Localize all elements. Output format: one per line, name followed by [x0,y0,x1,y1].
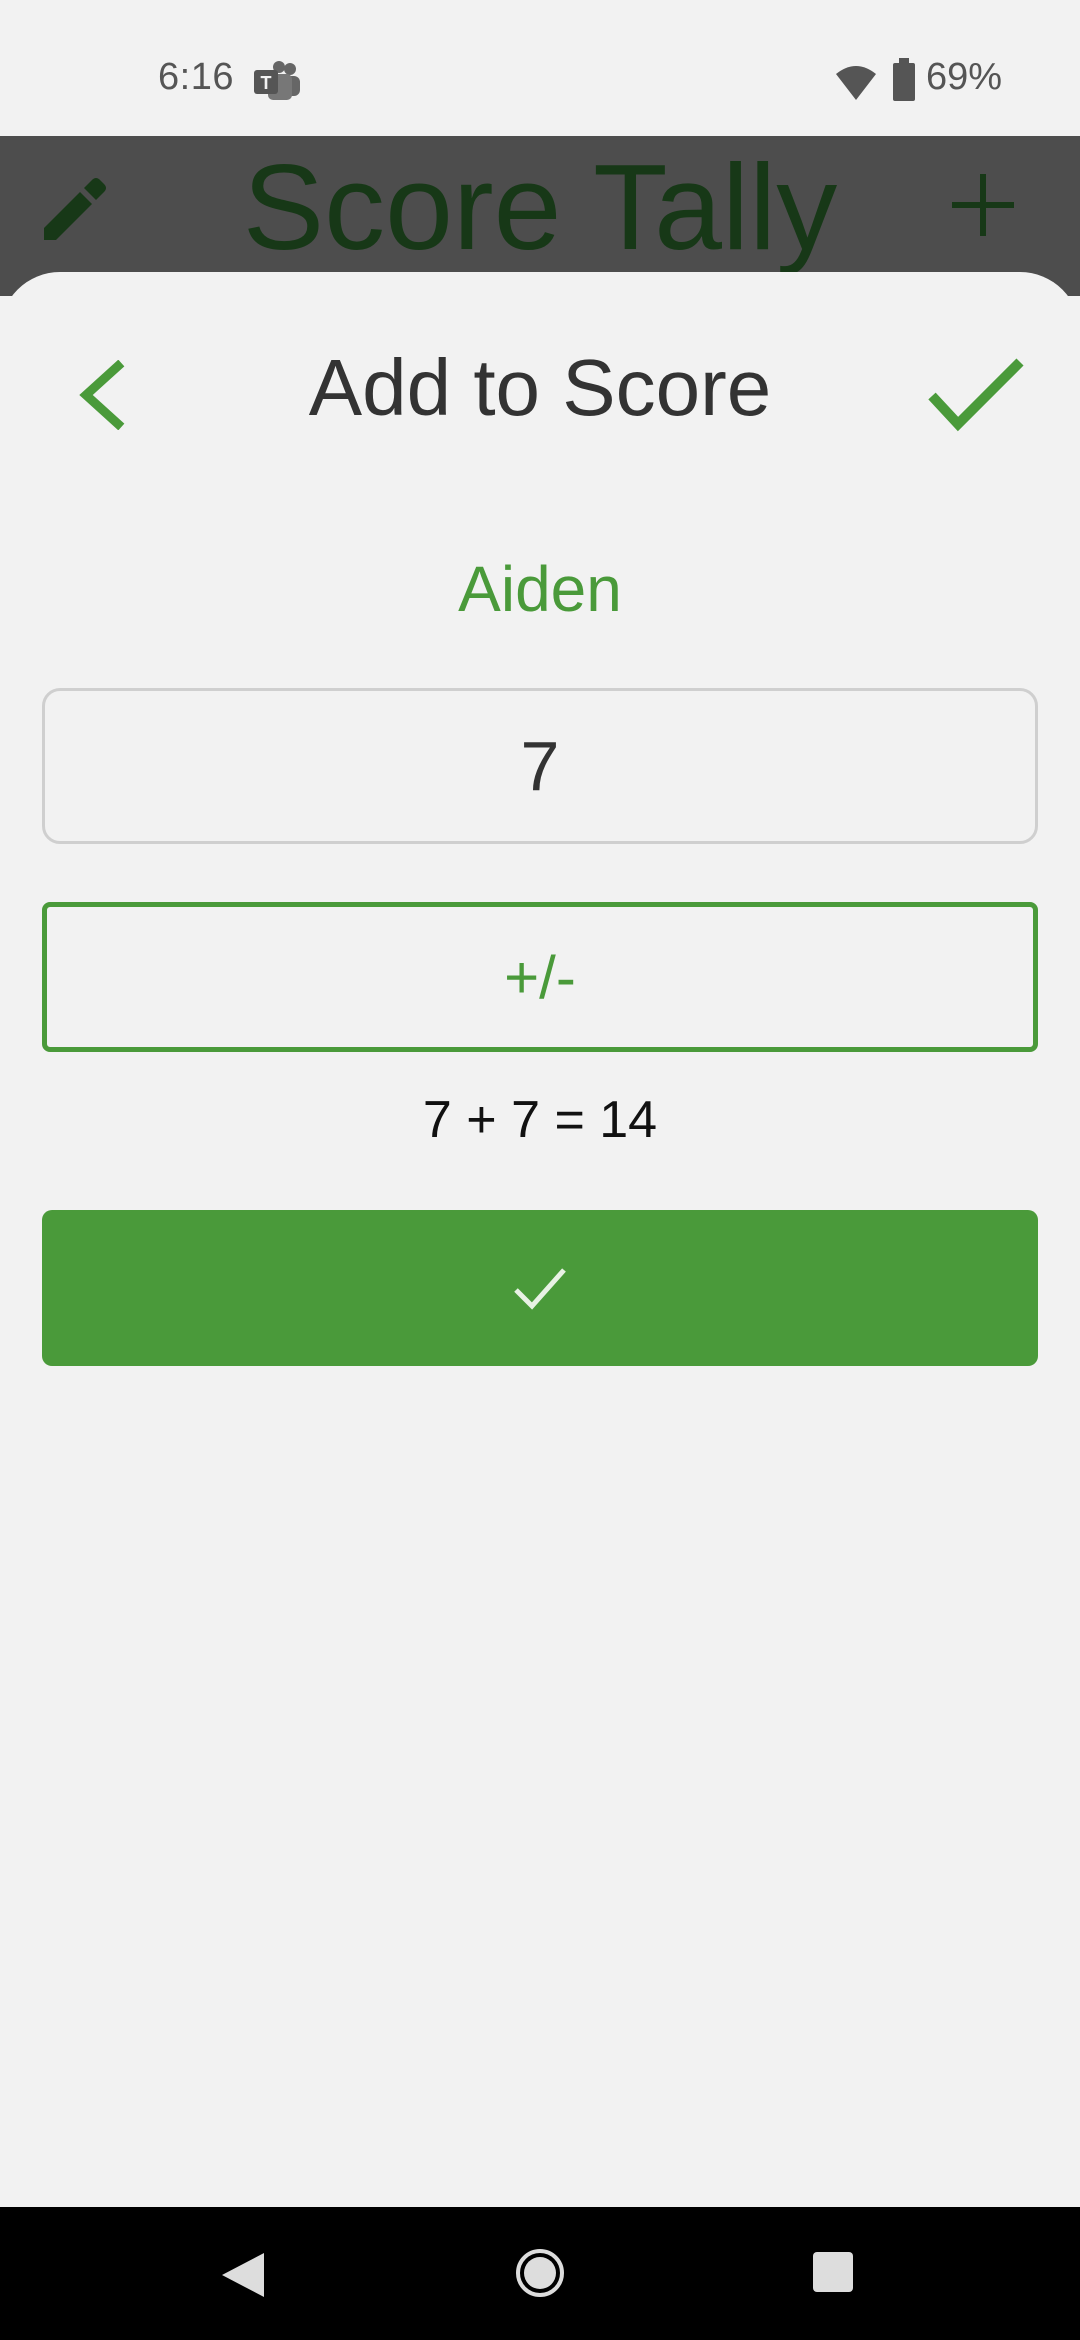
app-title: Score Tally [242,139,838,275]
battery-icon [893,58,915,101]
score-equation: 7 + 7 = 14 [422,1091,658,1149]
svg-text:T: T [261,73,272,93]
check-icon [514,1268,566,1310]
nav-back-icon[interactable] [220,2251,266,2299]
confirm-icon[interactable] [926,356,1026,436]
status-time: 6:16 [158,56,234,98]
system-nav-bar [0,2207,1080,2340]
add-icon[interactable] [950,172,1016,238]
player-name: Aiden [458,553,622,625]
add-to-score-sheet: Add to Score Aiden +/- 7 + 7 = 14 [0,272,1080,2207]
nav-recents-icon[interactable] [812,2251,854,2293]
status-bar: 6:16 T 69% [0,0,1080,136]
wifi-icon [836,66,876,100]
sign-toggle-button[interactable]: +/- [42,902,1038,1052]
sheet-title: Add to Score [308,343,772,432]
submit-button[interactable] [42,1210,1038,1366]
battery-percentage: 69% [926,56,1003,98]
score-input[interactable] [42,688,1038,844]
nav-home-icon[interactable] [514,2247,566,2299]
teams-icon: T [254,61,300,100]
